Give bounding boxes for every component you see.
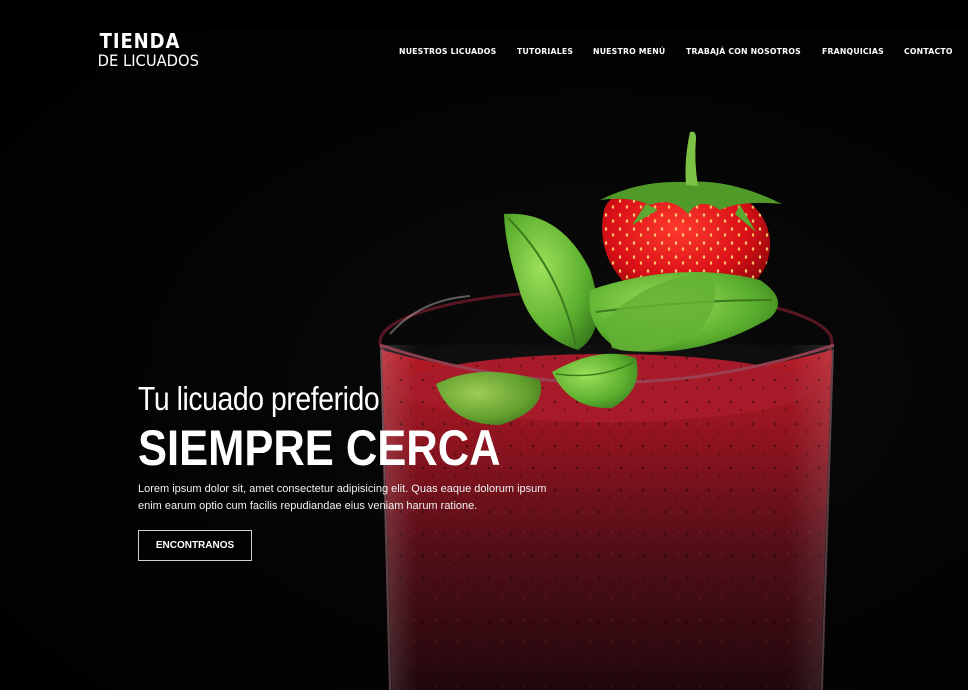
hero-description: Lorem ipsum dolor sit, amet consectetur … bbox=[138, 483, 547, 512]
main-nav: NUESTROS LICUADOS TUTORIALES NUESTRO MEN… bbox=[399, 47, 954, 56]
nav-link-franquicias[interactable]: FRANQUICIAS bbox=[822, 47, 884, 56]
site-logo[interactable]: TIENDA DE LICUADOS bbox=[94, 29, 199, 70]
nav-link-contacto[interactable]: CONTACTO bbox=[904, 47, 953, 56]
hero-smoothie-image bbox=[378, 131, 835, 690]
nav-link-nuestro-menu[interactable]: NUESTRO MENÚ bbox=[593, 47, 665, 56]
hero-content: Tu licuado preferido SIEMPRE CERCA Lorem… bbox=[138, 380, 558, 561]
hero-subtitle: Tu licuado preferido bbox=[138, 380, 380, 417]
hero-title: SIEMPRE CERCA bbox=[138, 420, 501, 476]
logo-line-2: DE LICUADOS bbox=[97, 51, 199, 70]
nav-link-nuestros-licuados[interactable]: NUESTROS LICUADOS bbox=[399, 47, 496, 56]
encontranos-button[interactable]: ENCONTRANOS bbox=[138, 530, 252, 561]
nav-link-tutoriales[interactable]: TUTORIALES bbox=[517, 47, 573, 56]
landing-page: TIENDA DE LICUADOS NUESTROS LICUADOS TUT… bbox=[0, 0, 968, 690]
nav-link-trabaja-con-nosotros[interactable]: TRABAJÁ CON NOSOTROS bbox=[686, 47, 801, 56]
logo-line-1: TIENDA bbox=[99, 29, 181, 53]
